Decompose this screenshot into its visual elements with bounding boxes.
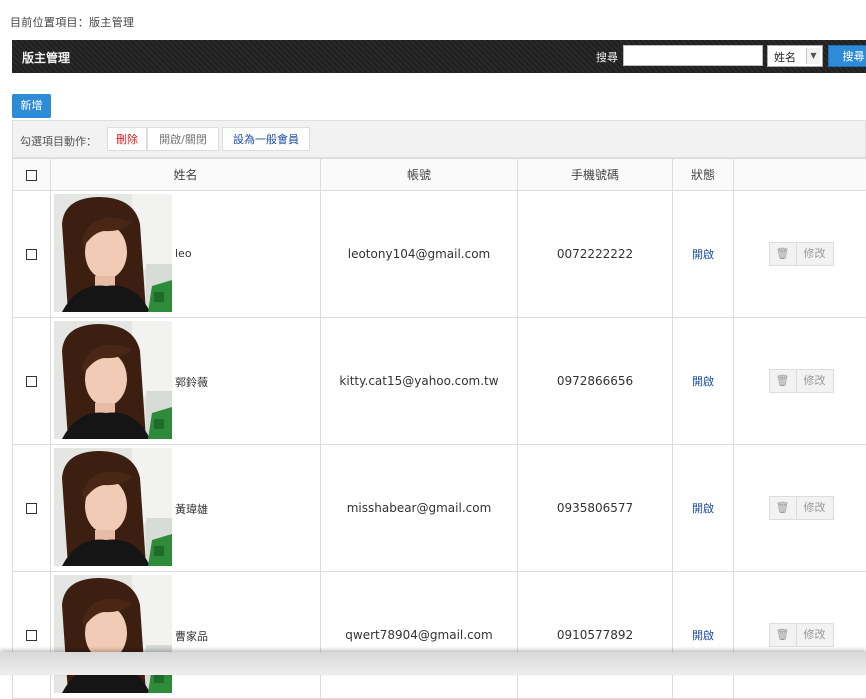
chevron-down-icon: ▼ [806,48,820,64]
col-header-name: 姓名 [51,159,321,191]
row-account: misshabear@gmail.com [321,445,518,572]
window-bottom-edge [0,652,866,675]
search-input[interactable] [623,45,763,66]
add-button[interactable]: 新增 [12,94,51,118]
page-title: 版主管理 [22,49,70,66]
row-phone: 0072222222 [518,191,673,318]
bulk-action-bar: 勾選項目動作： 刪除 開啟/關閉 設為一般會員 [12,120,866,158]
avatar [54,575,172,693]
avatar [54,321,172,439]
search-field-value: 姓名 [774,49,796,65]
select-all-cell [13,159,51,191]
row-phone: 0935806577 [518,445,673,572]
table-row: 郭鈴薇 kitty.cat15@yahoo.com.tw 0972866656 … [13,318,866,445]
row-phone: 0910577892 [518,572,673,699]
row-name: leo [175,247,192,260]
moderator-table: 姓名 帳號 手機號碼 狀態 leo leotony104@gmail.com 0… [12,158,866,699]
row-account: leotony104@gmail.com [321,191,518,318]
select-all-checkbox[interactable] [26,170,37,181]
breadcrumb: 目前位置項目：版主管理 [10,14,134,30]
table-header-row: 姓名 帳號 手機號碼 狀態 [13,159,866,191]
row-phone: 0972866656 [518,318,673,445]
table-row: 曹家品 qwert78904@gmail.com 0910577892 開啟 🗑… [13,572,866,699]
avatar [54,194,172,312]
trash-icon[interactable]: 🗑 [769,242,797,266]
col-header-actions [734,159,866,191]
col-header-phone: 手機號碼 [518,159,673,191]
search-button[interactable]: 搜尋 [828,45,866,67]
row-checkbox[interactable] [26,503,37,514]
col-header-status: 狀態 [673,159,734,191]
bulk-toggle-button[interactable]: 開啟/關閉 [147,127,219,151]
table-row: leo leotony104@gmail.com 0072222222 開啟 🗑… [13,191,866,318]
edit-button[interactable]: 修改 [796,369,834,393]
trash-icon[interactable]: 🗑 [769,496,797,520]
set-member-button[interactable]: 設為一般會員 [222,127,310,151]
avatar [54,448,172,566]
edit-button[interactable]: 修改 [796,242,834,266]
trash-icon[interactable]: 🗑 [769,369,797,393]
row-name: 郭鈴薇 [175,374,208,390]
row-status-link[interactable]: 開啟 [692,375,714,388]
edit-button[interactable]: 修改 [796,496,834,520]
col-header-account: 帳號 [321,159,518,191]
row-name: 黃瑋雄 [175,501,208,517]
row-checkbox[interactable] [26,630,37,641]
trash-icon[interactable]: 🗑 [769,623,797,647]
row-checkbox[interactable] [26,249,37,260]
row-account: qwert78904@gmail.com [321,572,518,699]
page-header-bar: 版主管理 搜尋 姓名 ▼ 搜尋 [12,40,866,73]
row-status-link[interactable]: 開啟 [692,629,714,642]
bulk-delete-button[interactable]: 刪除 [107,127,147,151]
row-status-link[interactable]: 開啟 [692,502,714,515]
edit-button[interactable]: 修改 [796,623,834,647]
row-account: kitty.cat15@yahoo.com.tw [321,318,518,445]
row-status-link[interactable]: 開啟 [692,248,714,261]
table-row: 黃瑋雄 misshabear@gmail.com 0935806577 開啟 🗑… [13,445,866,572]
row-checkbox[interactable] [26,376,37,387]
search-label: 搜尋 [596,49,618,65]
bulk-action-label: 勾選項目動作： [20,133,97,149]
search-field-select[interactable]: 姓名 ▼ [767,45,823,67]
row-name: 曹家品 [175,628,208,644]
